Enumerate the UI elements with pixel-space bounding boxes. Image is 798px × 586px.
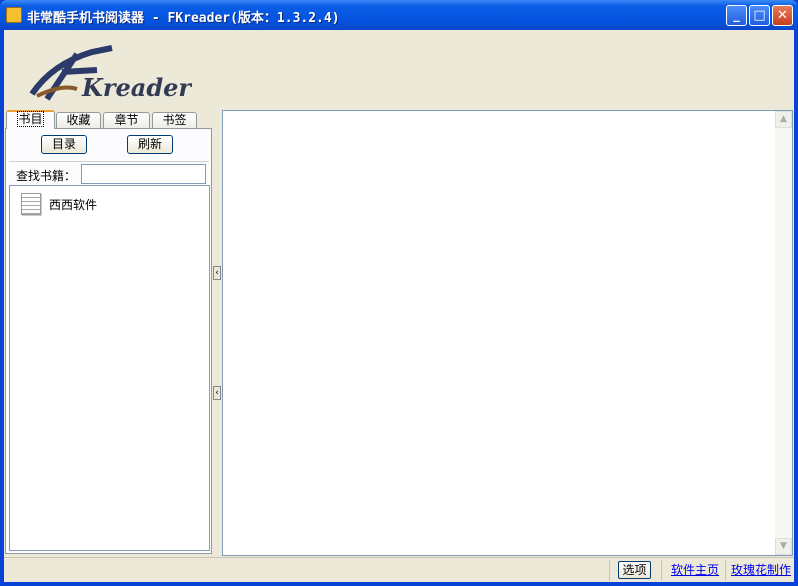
tab-booklist[interactable]: 书目	[6, 110, 55, 129]
options-button[interactable]: 选项	[618, 561, 651, 579]
tab-bookmarks[interactable]: 书签	[152, 112, 197, 129]
svg-text:Kreader: Kreader	[81, 73, 192, 102]
text-document-icon	[21, 193, 41, 215]
refresh-button[interactable]: 刷新	[127, 135, 173, 154]
author-link[interactable]: 玫瑰花制作	[731, 563, 791, 577]
search-input[interactable]	[81, 164, 206, 184]
tab-favorites[interactable]: 收藏	[56, 112, 101, 129]
homepage-link[interactable]: 软件主页	[671, 563, 719, 577]
search-label: 查找书籍：	[16, 169, 77, 183]
close-button[interactable]: ✕	[772, 5, 793, 26]
booklist-panel: 目录 刷新 查找书籍： 西西软件	[5, 128, 212, 554]
app-icon	[6, 7, 22, 23]
window-title: 非常酷手机书阅读器 - FKreader(版本：1.3.2.4)	[27, 11, 340, 26]
scroll-up-icon[interactable]: ▲	[775, 111, 792, 128]
minimize-button[interactable]: _	[726, 5, 747, 26]
book-list: 西西软件	[9, 185, 210, 551]
splitter[interactable]: ‹ ‹	[213, 110, 222, 556]
list-item[interactable]: 西西软件	[21, 192, 97, 216]
client-area: Kreader 书目 收藏 章节 书签 目录 刷新 查找书籍： 西西软件 ‹ ‹…	[4, 30, 794, 582]
maximize-button[interactable]: □	[749, 5, 770, 26]
status-bar: 选项 软件主页 玫瑰花制作	[4, 557, 794, 582]
collapse-left-icon-2[interactable]: ‹	[213, 386, 221, 400]
book-name: 西西软件	[49, 197, 98, 212]
tab-chapters[interactable]: 章节	[103, 112, 150, 129]
collapse-left-icon[interactable]: ‹	[213, 266, 221, 280]
tab-label: 书目	[17, 111, 44, 127]
search-row: 查找书籍：	[9, 161, 209, 186]
vertical-scrollbar[interactable]: ▲ ▼	[775, 111, 792, 555]
app-window: 非常酷手机书阅读器 - FKreader(版本：1.3.2.4) _ □ ✕ K…	[0, 0, 798, 586]
reading-area[interactable]: ▲ ▼	[222, 110, 793, 556]
title-bar: 非常酷手机书阅读器 - FKreader(版本：1.3.2.4) _ □ ✕	[0, 0, 798, 30]
catalog-button[interactable]: 目录	[41, 135, 87, 154]
fkreader-logo: Kreader	[29, 45, 192, 102]
scroll-down-icon[interactable]: ▼	[775, 538, 792, 555]
